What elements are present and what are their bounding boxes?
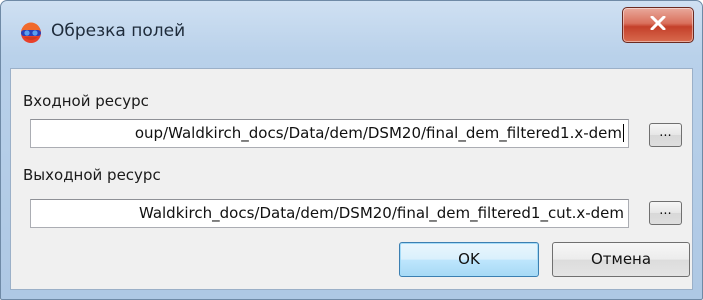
dialog-window: Обрезка полей Входной ресурс oup/Waldkir… [0,0,703,300]
input-resource-value: oup/Waldkirch_docs/Data/dem/DSM20/final_… [134,124,624,142]
window-title: Обрезка полей [51,21,186,41]
close-button[interactable] [622,7,694,43]
output-resource-label: Выходной ресурс [23,166,161,184]
input-resource-field[interactable]: oup/Waldkirch_docs/Data/dem/DSM20/final_… [30,119,629,148]
output-resource-value: Waldkirch_docs/Data/dem/DSM20/final_dem_… [138,204,624,222]
ok-button[interactable]: OK [399,242,539,277]
cancel-button[interactable]: Отмена [552,242,690,277]
input-resource-label: Входной ресурс [23,92,149,110]
close-icon [650,15,666,34]
output-browse-button[interactable]: ... [649,201,682,225]
app-logo-icon [20,22,42,44]
output-resource-field[interactable]: Waldkirch_docs/Data/dem/DSM20/final_dem_… [30,199,629,228]
input-browse-button[interactable]: ... [649,123,682,147]
title-bar[interactable]: Обрезка полей [1,1,702,63]
